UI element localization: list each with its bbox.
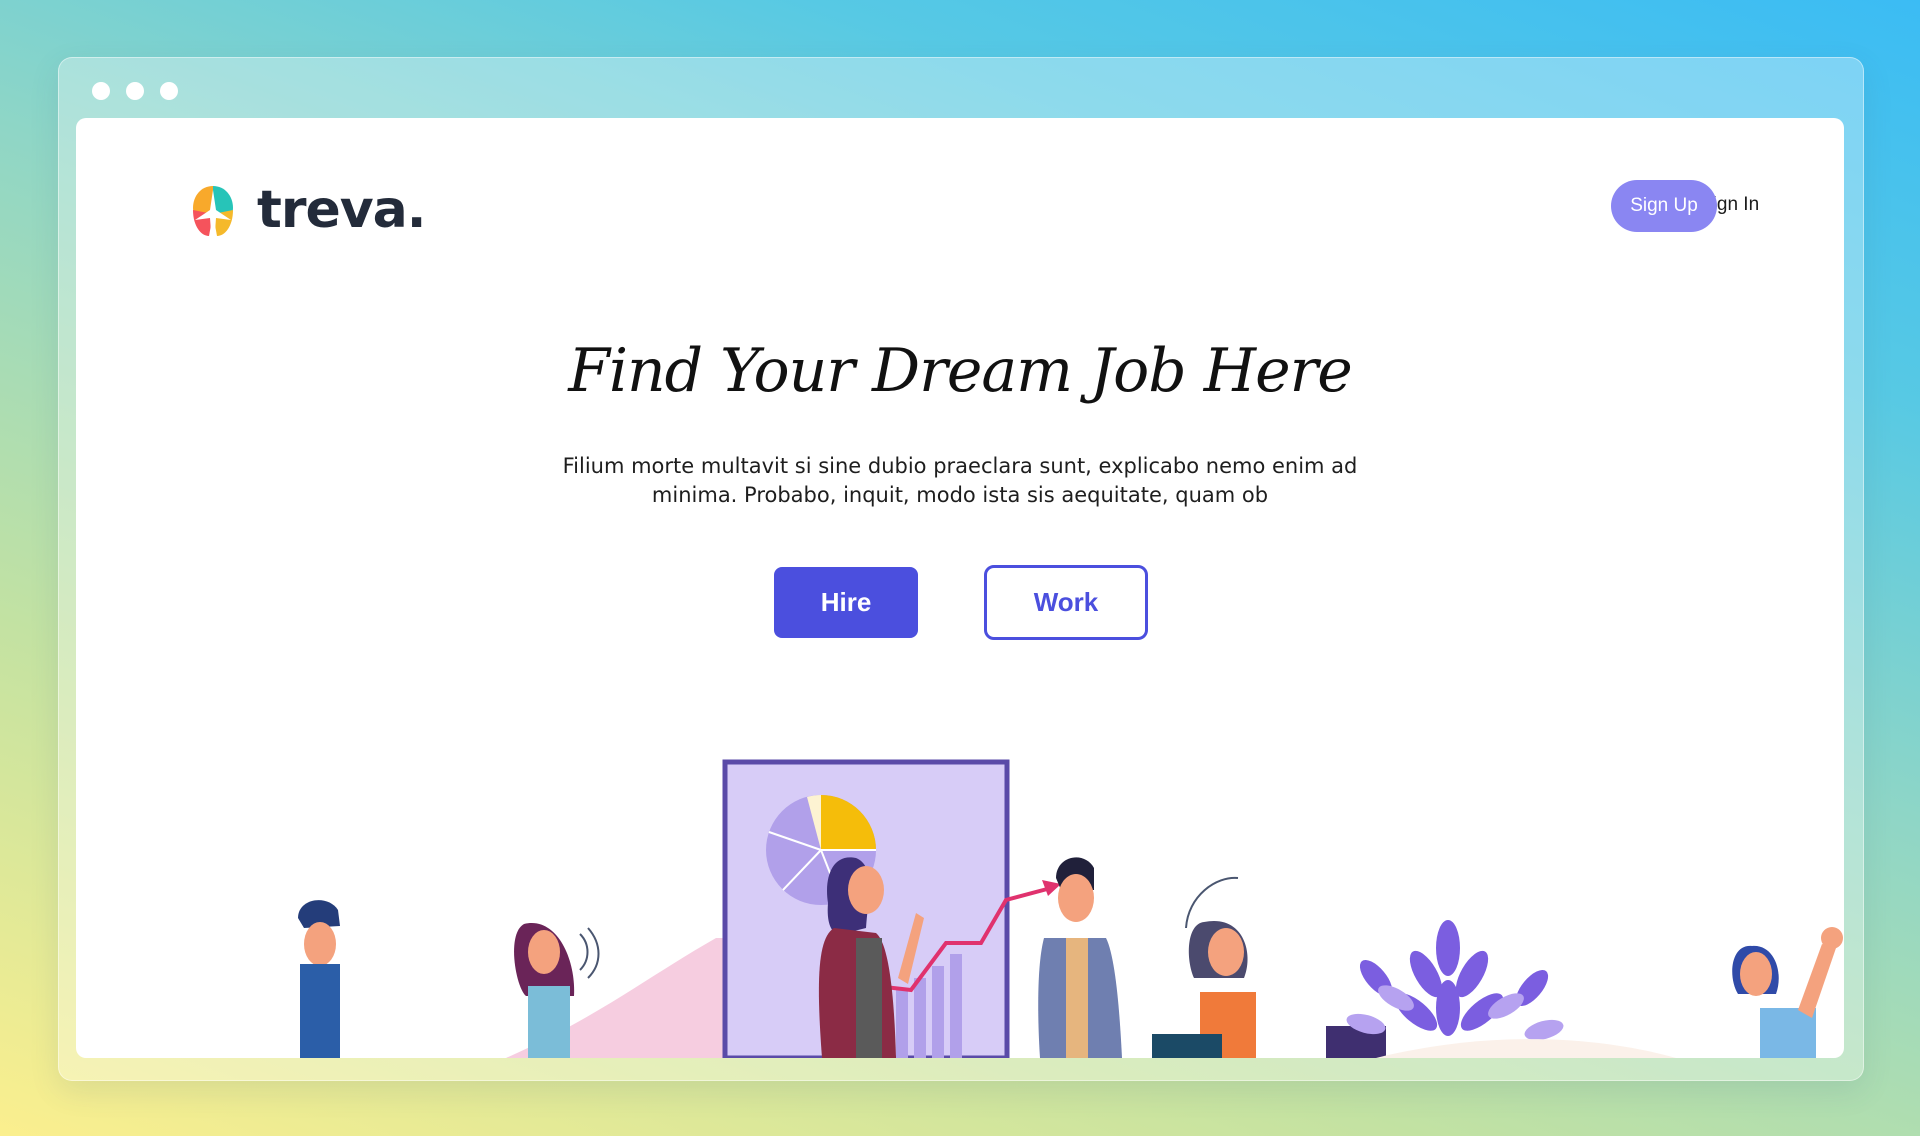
sign-up-button[interactable]: Sign Up <box>1611 180 1717 232</box>
window-dot-maximize[interactable] <box>160 82 178 100</box>
window-dot-minimize[interactable] <box>126 82 144 100</box>
logo-icon <box>193 186 233 236</box>
landing-page: treva. Sign In Sign Up Find Your Dream J… <box>76 118 1844 1058</box>
window-dot-close[interactable] <box>92 82 110 100</box>
hero-illustration <box>298 759 1843 1058</box>
plant-graphic <box>1326 920 1676 1058</box>
browser-window: treva. Sign In Sign Up Find Your Dream J… <box>58 57 1864 1081</box>
work-button[interactable]: Work <box>984 565 1148 640</box>
window-controls <box>92 82 178 100</box>
logo-text: treva. <box>257 180 427 240</box>
person-woman-middle-figure <box>1152 876 1256 1058</box>
hero-description: Filium morte multavit si sine dubio prae… <box>562 454 1358 507</box>
person-waving-figure <box>1732 927 1843 1058</box>
person-boy-left-figure <box>298 900 340 1058</box>
logo[interactable]: treva. <box>183 180 427 240</box>
hero-title: Find Your Dream Job Here <box>568 336 1353 406</box>
hire-button[interactable]: Hire <box>774 567 918 638</box>
